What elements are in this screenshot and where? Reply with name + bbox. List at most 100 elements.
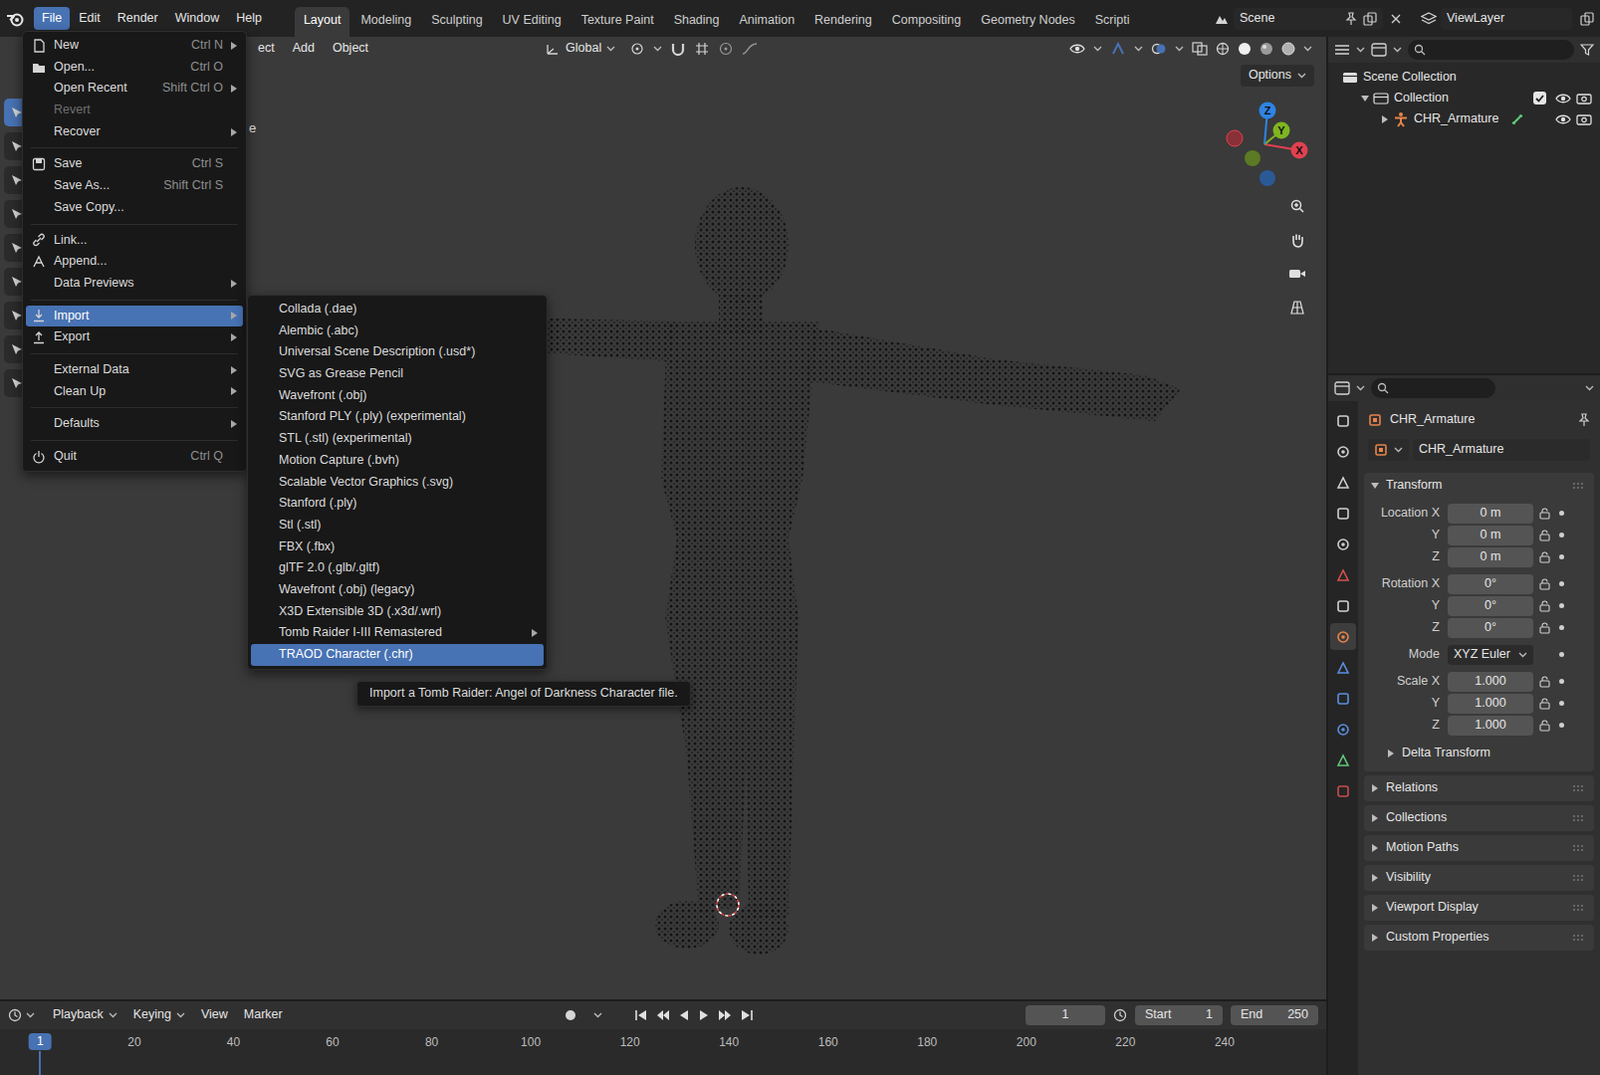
- number-field[interactable]: 1.000: [1447, 672, 1534, 692]
- panel-toggle[interactable]: [1371, 904, 1378, 913]
- mode-dropdown[interactable]: XYZ Euler: [1447, 645, 1534, 666]
- menu-item[interactable]: Motion Capture (.bvh): [250, 450, 544, 472]
- menu-item[interactable]: Data Previews: [25, 272, 243, 295]
- zoom-button[interactable]: [1282, 192, 1313, 221]
- menu-item[interactable]: Open...Ctrl O: [25, 56, 243, 79]
- menu-item[interactable]: Save As...Shift Ctrl S: [25, 175, 243, 198]
- workspace-tab[interactable]: UV Editing: [493, 6, 571, 37]
- outliner-row[interactable]: Collection: [1328, 87, 1600, 109]
- end-frame-field[interactable]: End250: [1230, 1005, 1319, 1026]
- datablock-name-field[interactable]: CHR_Armature: [1412, 439, 1591, 461]
- lock-toggle[interactable]: [1533, 676, 1556, 688]
- menu-item[interactable]: Defaults: [25, 413, 243, 436]
- workspace-tab[interactable]: Modeling: [351, 6, 421, 37]
- workspace-tab[interactable]: Rendering: [805, 6, 882, 37]
- menu-item[interactable]: glTF 2.0 (.glb/.gltf): [250, 557, 544, 580]
- menu-item[interactable]: Link...: [25, 229, 243, 252]
- properties-tab[interactable]: [1330, 468, 1357, 496]
- keyframe-dot[interactable]: [1559, 581, 1565, 587]
- workspace-tab[interactable]: Layout: [294, 6, 351, 37]
- panel-header[interactable]: Visibility: [1364, 865, 1595, 892]
- properties-tab[interactable]: [1330, 592, 1357, 620]
- properties-tab[interactable]: [1330, 499, 1357, 527]
- menu-item[interactable]: STL (.stl) (experimental): [250, 428, 544, 451]
- timeline-menu[interactable]: View: [195, 1005, 234, 1026]
- properties-tab[interactable]: [1330, 746, 1357, 774]
- menu-item[interactable]: QuitCtrl Q: [25, 446, 243, 468]
- menu-item[interactable]: FBX (.fbx): [250, 536, 544, 559]
- pan-button[interactable]: [1282, 226, 1313, 254]
- workspace-tab[interactable]: Compositing: [883, 6, 970, 37]
- lock-toggle[interactable]: [1533, 622, 1556, 635]
- start-frame-field[interactable]: Start1: [1135, 1005, 1223, 1026]
- panel-header[interactable]: Relations: [1364, 775, 1595, 802]
- options-button[interactable]: Options: [1240, 64, 1315, 87]
- properties-tab[interactable]: [1330, 438, 1357, 465]
- number-field[interactable]: 0 m: [1447, 503, 1534, 524]
- keyframe-dot[interactable]: [1559, 532, 1565, 538]
- menu-item[interactable]: External Data: [25, 359, 243, 382]
- panel-header[interactable]: Motion Paths: [1364, 835, 1595, 862]
- menu-item[interactable]: Stanford (.ply): [250, 492, 544, 515]
- lock-toggle[interactable]: [1533, 551, 1556, 564]
- menu-button[interactable]: Edit: [70, 6, 109, 31]
- scene-selector[interactable]: Scene: [1233, 7, 1383, 30]
- outliner-search[interactable]: [1407, 39, 1575, 60]
- timeline-menu[interactable]: Marker: [237, 1005, 289, 1026]
- view-layer-selector[interactable]: ViewLayer: [1440, 7, 1573, 30]
- properties-tab[interactable]: [1330, 407, 1357, 435]
- keyframe-dot[interactable]: [1559, 603, 1565, 609]
- menu-item[interactable]: Save Copy...: [25, 197, 243, 220]
- workspace-tab[interactable]: Sculpting: [422, 6, 491, 37]
- lock-toggle[interactable]: [1533, 529, 1556, 542]
- menu-item[interactable]: Scalable Vector Graphics (.svg): [250, 471, 544, 494]
- keyframe-dot[interactable]: [1559, 700, 1565, 706]
- camera-view-button[interactable]: [1282, 259, 1313, 288]
- outliner-row[interactable]: Scene Collection: [1328, 66, 1600, 88]
- lock-toggle[interactable]: [1533, 719, 1556, 732]
- current-frame-field[interactable]: 1: [1025, 1005, 1106, 1026]
- panel-toggle[interactable]: [1371, 933, 1378, 942]
- workspace-tab[interactable]: Texture Paint: [572, 6, 664, 37]
- number-field[interactable]: 1.000: [1447, 715, 1534, 736]
- keyframe-dot[interactable]: [1559, 625, 1565, 631]
- workspace-tab[interactable]: Geometry Nodes: [971, 6, 1084, 37]
- panel-toggle[interactable]: [1371, 814, 1378, 823]
- workspace-tab[interactable]: Scripti: [1086, 6, 1140, 37]
- timeline-menu[interactable]: Playback: [46, 1005, 124, 1026]
- workspace-tab[interactable]: Animation: [730, 6, 805, 37]
- keyframe-dot[interactable]: [1559, 722, 1565, 728]
- menu-item[interactable]: NewCtrl N: [25, 34, 243, 57]
- menu-button[interactable]: Window: [167, 6, 228, 31]
- menu-item[interactable]: Open RecentShift Ctrl O: [25, 77, 243, 100]
- panel-toggle[interactable]: [1371, 874, 1378, 883]
- menu-button[interactable]: Help: [228, 6, 270, 31]
- lock-toggle[interactable]: [1533, 507, 1556, 520]
- viewport-menu[interactable]: Add: [285, 38, 322, 59]
- number-field[interactable]: 0 m: [1447, 547, 1534, 568]
- menu-button[interactable]: File: [33, 6, 70, 31]
- keyframe-dot[interactable]: [1559, 510, 1565, 516]
- keyframe-dot[interactable]: [1559, 679, 1565, 685]
- menu-item[interactable]: SVG as Grease Pencil: [250, 363, 544, 386]
- navigation-gizmo[interactable]: XYZ: [1189, 92, 1320, 203]
- lock-toggle[interactable]: [1533, 600, 1556, 613]
- properties-tab[interactable]: [1330, 654, 1357, 682]
- menu-item[interactable]: Recover: [25, 121, 243, 144]
- properties-search[interactable]: [1371, 378, 1496, 399]
- menu-item[interactable]: X3D Extensible 3D (.x3d/.wrl): [250, 601, 544, 624]
- playhead-line[interactable]: [38, 1051, 41, 1075]
- properties-tab[interactable]: [1330, 561, 1357, 589]
- timeline-ruler[interactable]: 204060801001201401601802002202401: [0, 1029, 1327, 1075]
- menu-item[interactable]: Alembic (.abc): [250, 320, 544, 343]
- menu-item[interactable]: TRAOD Character (.chr): [250, 644, 544, 667]
- menu-item[interactable]: Import: [25, 305, 243, 328]
- subpanel-header[interactable]: Delta Transform: [1364, 741, 1595, 766]
- number-field[interactable]: 0°: [1447, 596, 1534, 617]
- lock-toggle[interactable]: [1533, 697, 1556, 710]
- panel-header[interactable]: Collections: [1364, 805, 1595, 832]
- panel-toggle[interactable]: [1371, 784, 1378, 793]
- menu-item[interactable]: Export: [25, 326, 243, 349]
- menu-item[interactable]: Append...: [25, 250, 243, 273]
- perspective-button[interactable]: [1282, 293, 1313, 322]
